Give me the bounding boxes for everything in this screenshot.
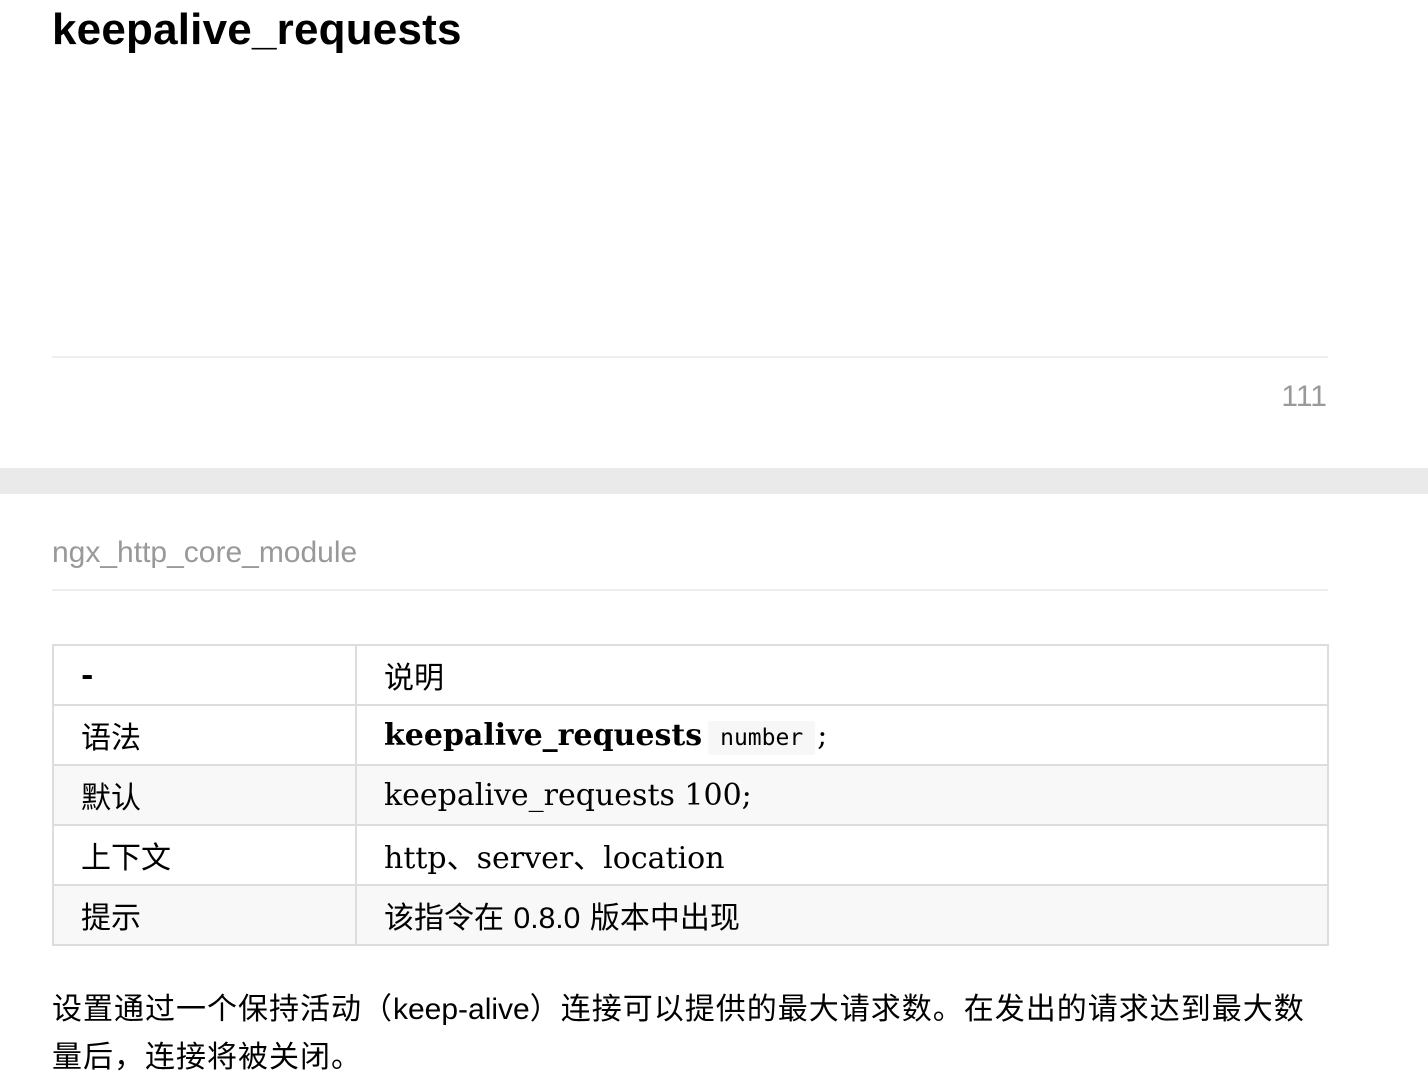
table-header-row: - 说明 bbox=[52, 644, 1329, 706]
table-cell-value: http、server、location bbox=[355, 824, 1329, 886]
running-header: ngx_http_core_module bbox=[52, 536, 358, 569]
table-cell-value: keepalive_requests number; bbox=[355, 704, 1329, 766]
description-paragraph: 设置通过一个保持活动（keep-alive）连接可以提供的最大请求数。在发出的请… bbox=[52, 986, 1332, 1082]
table-cell-key: 上下文 bbox=[52, 824, 357, 886]
document-viewer: keepalive_requests 111 ngx_http_core_mod… bbox=[0, 0, 1428, 1090]
note-prefix: 该指令在 bbox=[384, 901, 514, 936]
page-separator bbox=[0, 468, 1428, 494]
directive-table: - 说明 语法 keepalive_requests number; 默认 kee… bbox=[52, 644, 1329, 946]
note-suffix: 版本中出现 bbox=[580, 901, 740, 936]
table-row-syntax: 语法 keepalive_requests number; bbox=[52, 704, 1329, 766]
paragraph-part: 设置通过一个保持活动（ bbox=[52, 992, 393, 1027]
footer-divider bbox=[52, 356, 1328, 358]
section-heading: keepalive_requests bbox=[52, 5, 462, 54]
param-code: number bbox=[708, 720, 816, 755]
table-header-value: 说明 bbox=[355, 644, 1329, 706]
table-cell-key: 提示 bbox=[52, 884, 357, 946]
syntax-suffix: ; bbox=[817, 717, 828, 753]
table-cell-key: 默认 bbox=[52, 764, 357, 826]
table-cell-key: 语法 bbox=[52, 704, 357, 766]
table-cell-value: keepalive_requests 100; bbox=[355, 764, 1329, 826]
table-header-key: - bbox=[52, 644, 357, 706]
header-divider bbox=[52, 589, 1328, 591]
table-cell-value: 该指令在 0.8.0 版本中出现 bbox=[355, 884, 1329, 946]
table-row-default: 默认 keepalive_requests 100; bbox=[52, 764, 1329, 826]
table-row-note: 提示 该指令在 0.8.0 版本中出现 bbox=[52, 884, 1329, 946]
page-number: 111 bbox=[1281, 380, 1327, 413]
paragraph-keyword: keep-alive bbox=[393, 993, 530, 1026]
note-version: 0.8.0 bbox=[513, 902, 581, 935]
table-row-context: 上下文 http、server、location bbox=[52, 824, 1329, 886]
previous-page: keepalive_requests 111 bbox=[0, 0, 1428, 468]
current-page: ngx_http_core_module - 说明 语法 keepalive_r… bbox=[0, 494, 1428, 1090]
directive-name: keepalive_requests bbox=[384, 717, 703, 753]
